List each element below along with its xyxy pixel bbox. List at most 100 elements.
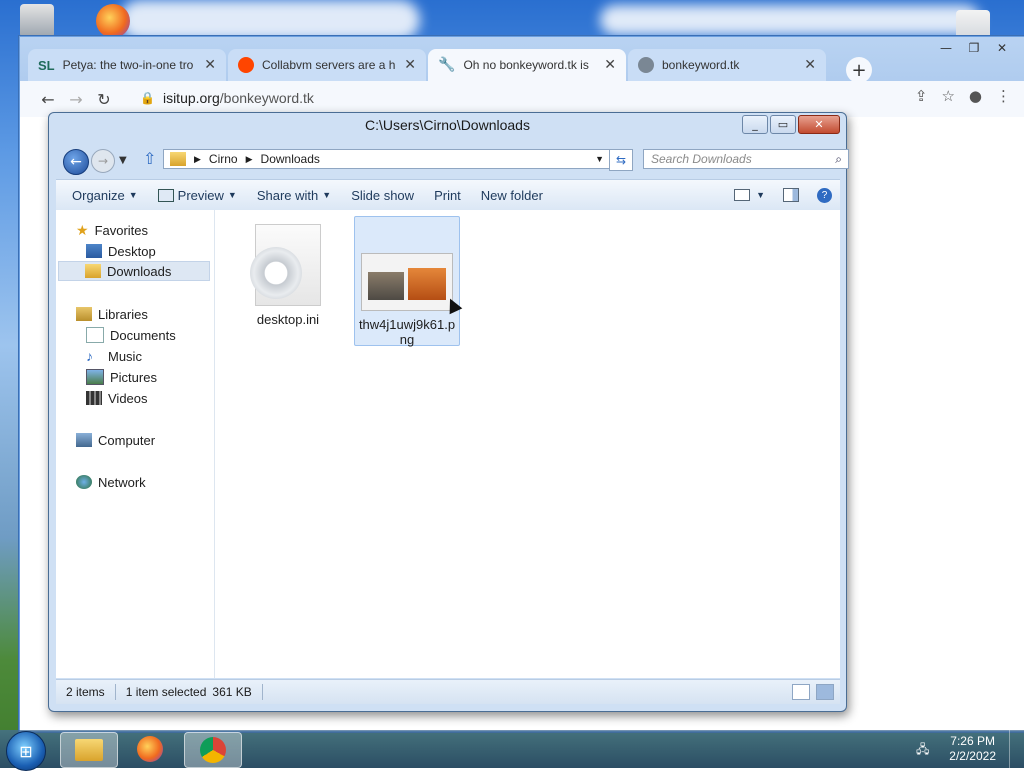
preview-icon — [157, 188, 174, 202]
folder-icon — [170, 152, 186, 166]
cloud — [600, 5, 980, 35]
forward-button[interactable]: → — [91, 149, 115, 173]
nav-documents[interactable]: Documents — [86, 325, 176, 345]
chevron-down-icon[interactable]: ▼ — [595, 154, 604, 164]
recycle-bin-icon[interactable] — [20, 4, 54, 38]
new-folder-button[interactable]: New folder — [471, 188, 553, 203]
chevron-down-icon: ▼ — [322, 190, 332, 200]
change-view-icon[interactable]: ▼ — [734, 189, 765, 201]
chevron-down-icon: ▼ — [128, 190, 138, 200]
slide-show-label: Slide show — [351, 187, 415, 203]
tab-collabvm[interactable]: Collabvm servers are a hu ✕ — [228, 49, 426, 81]
taskbar-explorer[interactable] — [60, 732, 118, 768]
large-icons-view-icon[interactable] — [816, 684, 834, 700]
nav-music[interactable]: ♪ Music — [86, 346, 142, 366]
nav-network[interactable]: Network — [76, 472, 146, 492]
show-desktop-button[interactable] — [1009, 730, 1024, 768]
close-icon[interactable]: ✕ — [404, 57, 416, 73]
libraries-icon — [76, 307, 92, 321]
organize-menu[interactable]: Organize ▼ — [56, 188, 148, 203]
nav-label: Downloads — [107, 263, 172, 279]
nav-label: Network — [98, 474, 146, 490]
folder-icon — [75, 739, 103, 761]
maximize-button[interactable]: ▭ — [770, 115, 796, 134]
breadcrumb-item-downloads[interactable]: Downloads — [261, 152, 320, 166]
new-tab-button[interactable]: + — [846, 57, 872, 83]
breadcrumb-item-cirno[interactable]: Cirno — [209, 152, 238, 166]
preview-menu[interactable]: Preview ▼ — [148, 188, 247, 203]
address-bar[interactable]: 🔒 isitup.org/bonkeyword.tk — [140, 85, 880, 111]
share-icon[interactable]: ⇪ — [915, 87, 928, 105]
nav-desktop[interactable]: Desktop — [86, 241, 156, 261]
minimize-button[interactable]: — — [933, 39, 959, 57]
firefox-icon — [137, 736, 163, 762]
item-count: 2 items — [66, 685, 105, 699]
menu-kebab-icon[interactable]: ⋮ — [996, 87, 1011, 105]
new-folder-label: New folder — [480, 187, 543, 203]
forward-arrow-icon[interactable]: → — [62, 90, 90, 109]
lock-icon: 🔒 — [140, 91, 155, 105]
toolbar-actions: ⇪ ☆ ● ⋮ — [915, 87, 1011, 105]
explorer-window-controls: _ ▭ ✕ — [742, 115, 840, 134]
print-button[interactable]: Print — [424, 188, 471, 203]
tab-petya[interactable]: SL Petya: the two-in-one tro ✕ — [28, 49, 226, 81]
firefox-desktop-icon[interactable] — [96, 4, 130, 38]
clock-date: 2/2/2022 — [949, 749, 996, 763]
taskbar-chrome[interactable] — [184, 732, 242, 768]
reload-icon[interactable]: ↻ — [90, 90, 118, 109]
breadcrumb[interactable]: ▶ Cirno ▶ Downloads ▼ — [163, 149, 611, 169]
network-tray-icon[interactable]: 🖧 — [916, 740, 932, 756]
close-icon[interactable]: ✕ — [604, 57, 616, 73]
search-placeholder: Search Downloads — [651, 152, 752, 166]
back-button[interactable]: ← — [63, 149, 89, 175]
clock[interactable]: 7:26 PM 2/2/2022 — [949, 734, 996, 764]
selection-size: 361 KB — [212, 685, 252, 699]
nav-libraries[interactable]: Libraries — [76, 304, 148, 324]
back-arrow-icon[interactable]: ← — [34, 90, 62, 109]
help-icon[interactable]: ? — [817, 187, 832, 203]
minimize-button[interactable]: _ — [742, 115, 768, 134]
close-button[interactable]: ✕ — [798, 115, 840, 134]
address-row: ← → ▼ ⇧ ▶ Cirno ▶ Downloads ▼ ⇆ Search D… — [59, 147, 849, 175]
close-icon[interactable]: ✕ — [204, 57, 216, 73]
recent-pages-dropdown-icon[interactable]: ▼ — [119, 155, 127, 166]
slide-show-button[interactable]: Slide show — [341, 188, 424, 203]
nav-computer[interactable]: Computer — [76, 430, 155, 450]
tab-bonkeyword[interactable]: bonkeyword.tk ✕ — [628, 49, 826, 81]
refresh-button[interactable]: ⇆ — [609, 149, 633, 171]
taskbar: ⊞ 🖧 7:26 PM 2/2/2022 — [0, 730, 1024, 771]
status-bar: 2 items 1 item selected 361 KB — [56, 679, 840, 704]
file-item-selected[interactable]: thw4j1uwj9k61.p ng — [354, 216, 460, 347]
file-name: desktop.ini — [256, 312, 320, 327]
details-view-icon[interactable] — [792, 684, 810, 700]
close-button[interactable]: ✕ — [989, 39, 1015, 57]
nav-pictures[interactable]: Pictures — [86, 367, 157, 387]
file-item[interactable]: desktop.ini — [236, 220, 340, 338]
profile-avatar-icon[interactable]: ● — [969, 87, 982, 105]
nav-favorites[interactable]: ★ Favorites — [76, 220, 148, 240]
nav-label: Desktop — [108, 243, 156, 259]
up-arrow-icon[interactable]: ⇧ — [143, 149, 156, 168]
tab-title: Collabvm servers are a hu — [262, 58, 397, 72]
tab-isitup[interactable]: 🔧 Oh no bonkeyword.tk is ✕ — [428, 49, 626, 81]
command-bar: Organize ▼ Preview ▼ Share with ▼ Slide sho… — [56, 179, 840, 211]
taskbar-firefox[interactable] — [122, 732, 178, 766]
nav-label: Videos — [108, 390, 148, 406]
tab-title: Petya: the two-in-one tro — [62, 58, 194, 72]
status-separator — [261, 684, 263, 700]
settings-file-icon — [250, 224, 321, 306]
share-with-menu[interactable]: Share with ▼ — [247, 188, 341, 203]
preview-pane-icon[interactable] — [783, 188, 799, 202]
start-button[interactable]: ⊞ — [6, 731, 46, 771]
nav-downloads[interactable]: Downloads — [58, 261, 210, 281]
nav-label: Libraries — [98, 306, 148, 322]
music-icon: ♪ — [86, 348, 93, 364]
slashdot-favicon-icon: SL — [38, 57, 55, 73]
restore-button[interactable]: ❐ — [961, 39, 987, 57]
network-icon — [76, 475, 92, 489]
star-icon[interactable]: ☆ — [941, 87, 954, 105]
search-icon[interactable]: ⌕ — [835, 152, 842, 167]
close-icon[interactable]: ✕ — [804, 57, 816, 73]
search-input[interactable]: Search Downloads ⌕ — [643, 149, 849, 169]
nav-videos[interactable]: Videos — [86, 388, 148, 408]
